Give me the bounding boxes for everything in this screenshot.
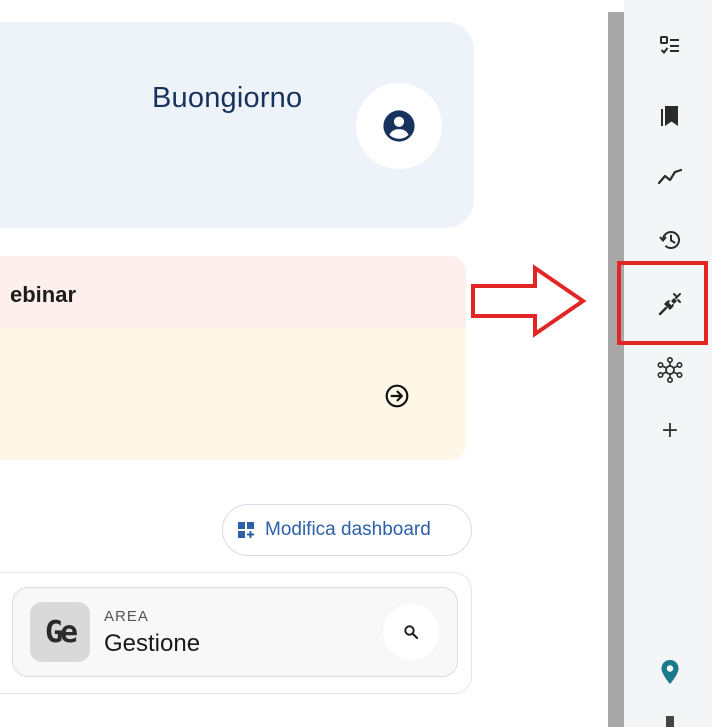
rail-item-location[interactable] — [650, 652, 690, 692]
rail-item-add[interactable]: + — [650, 410, 690, 450]
webinar-open-button[interactable] — [384, 383, 410, 409]
plus-icon: + — [660, 417, 680, 443]
trending-line-icon — [658, 168, 682, 185]
edit-dashboard-label: Modifica dashboard — [265, 519, 431, 540]
rail-item-network[interactable] — [650, 350, 690, 390]
annotation-highlight — [617, 261, 708, 345]
greeting-text: Buongiorno — [152, 82, 303, 114]
main-content: Buongiorno ebinar Modifica dashboard Ge … — [0, 0, 504, 727]
dashboard-customize-icon — [238, 522, 254, 538]
account-button[interactable] — [356, 83, 442, 169]
area-name: Gestione — [104, 630, 201, 657]
search-icon — [404, 625, 419, 640]
rail-item-bookmarks[interactable] — [650, 96, 690, 136]
rail-item-trends[interactable] — [650, 156, 690, 196]
account-circle-icon — [383, 110, 415, 142]
annotation-arrow-icon — [471, 264, 587, 338]
webinar-title: ebinar — [10, 282, 77, 307]
bookmarks-icon — [661, 106, 678, 126]
rail-item-checklist[interactable] — [650, 26, 690, 66]
panel-divider[interactable] — [608, 12, 624, 727]
area-caption: AREA — [104, 608, 149, 625]
checklist-icon — [660, 36, 679, 55]
edit-dashboard-button[interactable]: Modifica dashboard — [222, 504, 472, 556]
rail-overflow-icon — [666, 716, 674, 727]
location-pin-icon — [661, 660, 679, 684]
area-search-button[interactable] — [383, 604, 439, 660]
network-hub-icon — [657, 357, 683, 383]
arrow-right-circle-icon — [385, 384, 409, 408]
history-icon — [659, 231, 680, 249]
area-logo: Ge — [30, 602, 90, 662]
rail-item-history[interactable] — [650, 220, 690, 260]
